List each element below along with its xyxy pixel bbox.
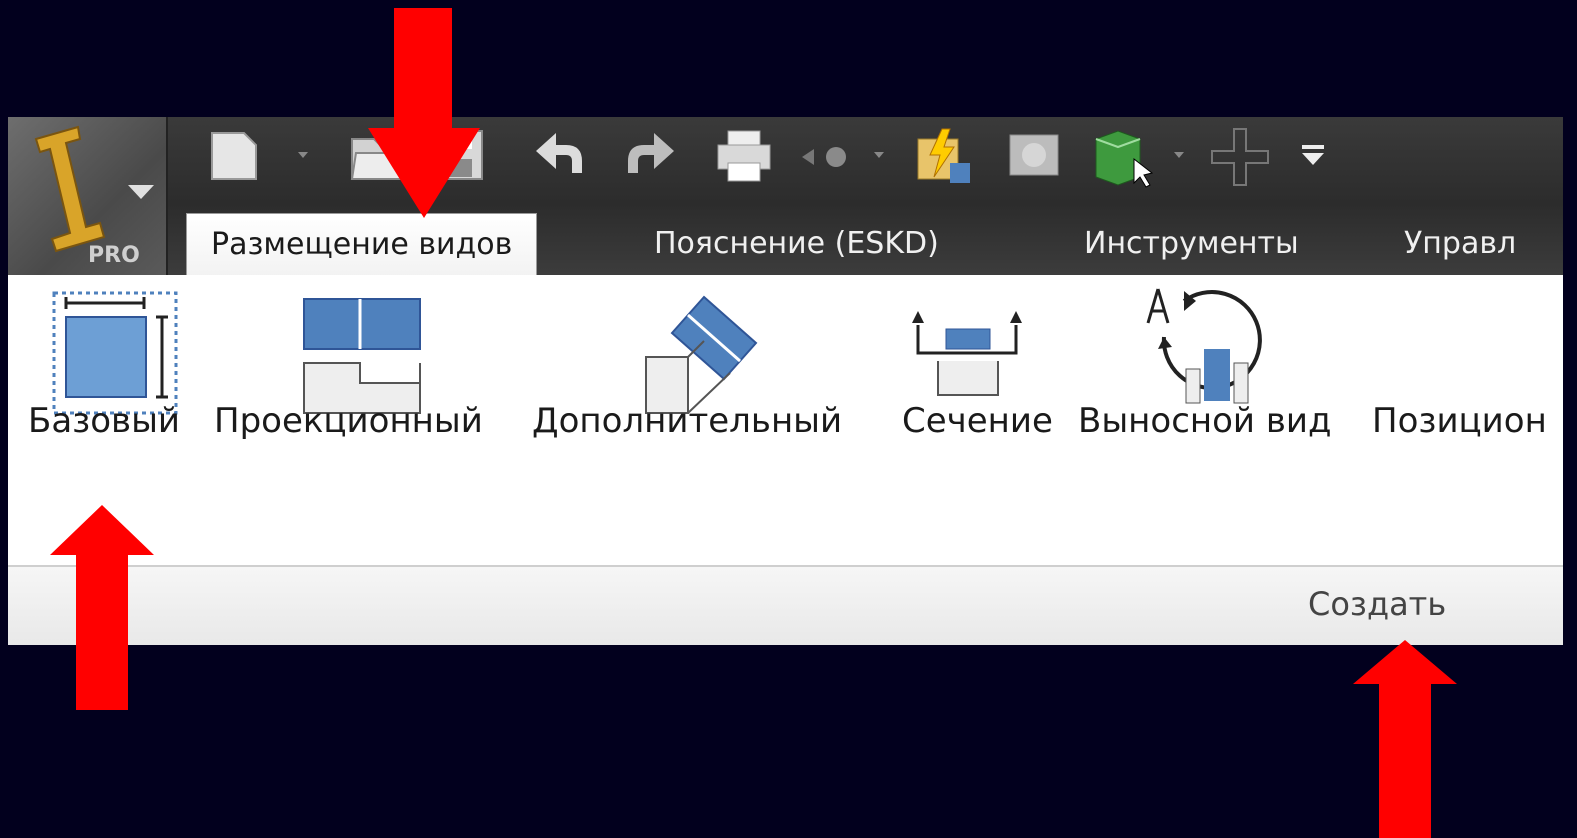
panel-title-bar: Создать (8, 565, 1563, 645)
dropdown-icon[interactable] (1172, 147, 1186, 166)
tool-label: Дополнительный (532, 401, 843, 441)
inventor-ribbon-window: PRO Размещение видов Пояснение (ESKD) Ин… (8, 117, 1563, 645)
application-menu-button[interactable]: PRO (8, 117, 168, 275)
pro-badge: PRO (88, 243, 140, 268)
tab-label: Размещение видов (211, 227, 513, 262)
undo-icon[interactable] (530, 125, 586, 185)
customize-icon[interactable] (1298, 141, 1328, 175)
tool-label: Сечение (902, 401, 1053, 441)
view-cube-icon[interactable] (1088, 125, 1158, 193)
back-icon[interactable] (798, 137, 858, 181)
tab-placement-views[interactable]: Размещение видов (186, 213, 538, 278)
ribbon-panel-create: Базовый Проекционный Дополнительный Сече… (8, 275, 1563, 565)
tab-label: Инструменты (1084, 226, 1299, 261)
tab-manage[interactable]: Управл (1380, 213, 1540, 275)
annotation-arrow-up (1353, 640, 1457, 838)
panel-title: Создать (1308, 585, 1447, 623)
tool-label: Выносной вид (1078, 401, 1332, 441)
detail-view-button[interactable]: Выносной вид (1078, 275, 1368, 475)
inventor-logo-icon (34, 125, 154, 253)
print-icon[interactable] (714, 125, 774, 189)
tool-label: Базовый (28, 401, 181, 441)
annotation-arrow-up (50, 505, 154, 710)
tab-label: Пояснение (ESKD) (654, 226, 939, 261)
redo-icon[interactable] (624, 125, 680, 185)
section-view-button[interactable]: Сечение (888, 275, 1068, 475)
tab-label: Управл (1404, 226, 1517, 261)
position-view-button[interactable]: Позицион (1372, 275, 1563, 475)
crosshair-icon[interactable] (1208, 125, 1272, 193)
material-icon[interactable] (1004, 125, 1064, 189)
title-bar: PRO Размещение видов Пояснение (ESKD) Ин… (8, 117, 1563, 278)
new-file-icon[interactable] (202, 125, 262, 189)
update-icon[interactable] (912, 125, 976, 193)
projected-view-button[interactable]: Проекционный (214, 275, 514, 475)
annotation-arrow-down (368, 8, 480, 218)
auxiliary-view-button[interactable]: Дополнительный (528, 275, 868, 475)
tool-label: Позицион (1372, 401, 1547, 441)
tab-annotate-eskd[interactable]: Пояснение (ESKD) (630, 213, 963, 275)
tab-tools[interactable]: Инструменты (1060, 213, 1323, 275)
base-view-button[interactable]: Базовый (28, 275, 208, 475)
dropdown-icon[interactable] (296, 147, 310, 166)
tool-label: Проекционный (214, 401, 483, 441)
dropdown-icon[interactable] (872, 147, 886, 166)
